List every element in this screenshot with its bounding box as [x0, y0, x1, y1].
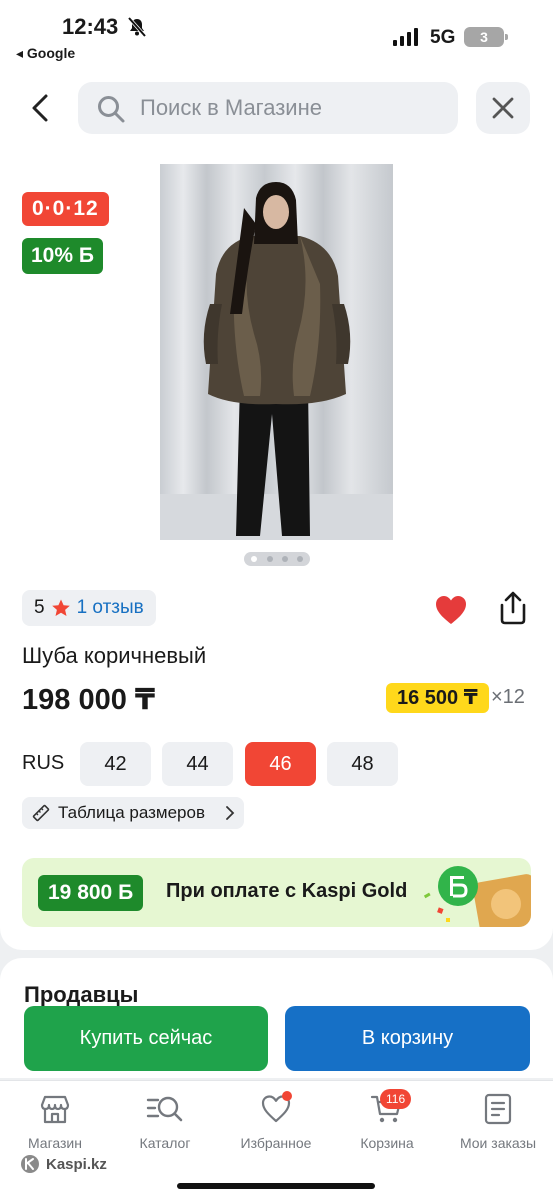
- promo-text: При оплате с Kaspi Gold: [166, 880, 408, 902]
- cellular-signal-icon: [393, 28, 419, 46]
- heart-filled-icon: [436, 596, 466, 624]
- chevron-right-icon: [226, 806, 235, 820]
- size-system-label: RUS: [22, 752, 65, 774]
- back-to-google-link[interactable]: ◂ Google: [16, 45, 75, 62]
- tab-store-label: Магазин: [27, 1135, 82, 1151]
- installment-price-badge: 16 500 ₸: [386, 683, 489, 713]
- search-header: [0, 70, 553, 146]
- tab-orders-label: Мои заказы: [459, 1135, 537, 1151]
- photo-pagination[interactable]: [244, 552, 310, 566]
- network-type: 5G: [430, 27, 456, 48]
- battery-icon: 3: [464, 27, 508, 47]
- installment-timer-badge: 0·0·12: [22, 192, 109, 226]
- tab-favorites[interactable]: Избранное: [221, 1091, 331, 1151]
- search-input[interactable]: [140, 82, 440, 134]
- orders-icon: [484, 1093, 512, 1125]
- reviews-link[interactable]: 1 отзыв: [77, 590, 144, 626]
- add-to-cart-button[interactable]: В корзину: [285, 1006, 530, 1071]
- size-option-44[interactable]: 44: [162, 742, 233, 786]
- kaspi-watermark: Kaspi.kz: [20, 1154, 107, 1174]
- tab-cart-label: Корзина: [360, 1135, 414, 1151]
- search-bar[interactable]: [78, 82, 458, 134]
- product-price: 198 000 ₸: [22, 684, 156, 716]
- tab-orders[interactable]: Мои заказы: [443, 1093, 553, 1151]
- tab-cart[interactable]: 116 Корзина: [332, 1089, 442, 1151]
- size-option-48[interactable]: 48: [327, 742, 398, 786]
- store-icon: [40, 1095, 70, 1124]
- home-indicator[interactable]: [177, 1183, 375, 1189]
- kaspi-gold-card-icon: [423, 866, 531, 927]
- product-photo[interactable]: [160, 164, 393, 540]
- product-image: [160, 164, 393, 540]
- share-icon: [500, 591, 526, 625]
- size-option-42[interactable]: 42: [80, 742, 151, 786]
- size-table-link[interactable]: Таблица размеров: [22, 797, 244, 829]
- buy-now-button[interactable]: Купить сейчас: [24, 1006, 268, 1071]
- product-card: 0·0·12 10% Б 5 1 отзыв Шуба коричневый 1…: [0, 146, 553, 950]
- ruler-icon: [32, 804, 50, 822]
- star-icon: [51, 599, 70, 616]
- favorites-notification-dot: [282, 1091, 292, 1101]
- tab-store[interactable]: Магазин: [0, 1093, 110, 1151]
- bell-muted-icon: [127, 16, 147, 38]
- share-button[interactable]: [496, 590, 530, 626]
- size-table-label: Таблица размеров: [58, 803, 205, 822]
- tab-favorites-label: Избранное: [240, 1135, 312, 1151]
- product-title: Шуба коричневый: [22, 643, 207, 668]
- sellers-title: Продавцы: [24, 982, 139, 1007]
- rating-value: 5: [34, 597, 45, 618]
- bottom-tab-bar: Магазин Каталог Избранное 116 Корзина Мо…: [0, 1080, 553, 1200]
- tab-catalog[interactable]: Каталог: [110, 1093, 220, 1151]
- kaspi-logo-icon: [21, 1155, 39, 1173]
- promo-bonus-badge: 19 800 Б: [38, 875, 144, 911]
- watermark-text: Kaspi.kz: [46, 1155, 107, 1173]
- tab-catalog-label: Каталог: [139, 1135, 191, 1151]
- close-search-button[interactable]: [476, 82, 530, 134]
- cart-count-badge: 116: [380, 1089, 412, 1109]
- size-option-46-selected[interactable]: 46: [245, 742, 316, 786]
- installment-months: ×12: [491, 686, 525, 708]
- back-button[interactable]: [22, 90, 58, 126]
- status-bar: 12:43 ◂ Google 5G 3: [0, 0, 553, 70]
- add-to-favorites-button[interactable]: [434, 594, 470, 626]
- catalog-search-icon: [146, 1096, 183, 1122]
- search-icon: [98, 96, 125, 123]
- rating-pill[interactable]: 5 1 отзыв: [22, 590, 156, 626]
- close-icon: [492, 97, 514, 119]
- kaspi-gold-promo-banner[interactable]: 19 800 Б При оплате с Kaspi Gold: [22, 858, 531, 927]
- chevron-left-icon: [32, 94, 48, 122]
- bonus-badge: 10% Б: [22, 238, 103, 274]
- status-time: 12:43: [62, 14, 119, 39]
